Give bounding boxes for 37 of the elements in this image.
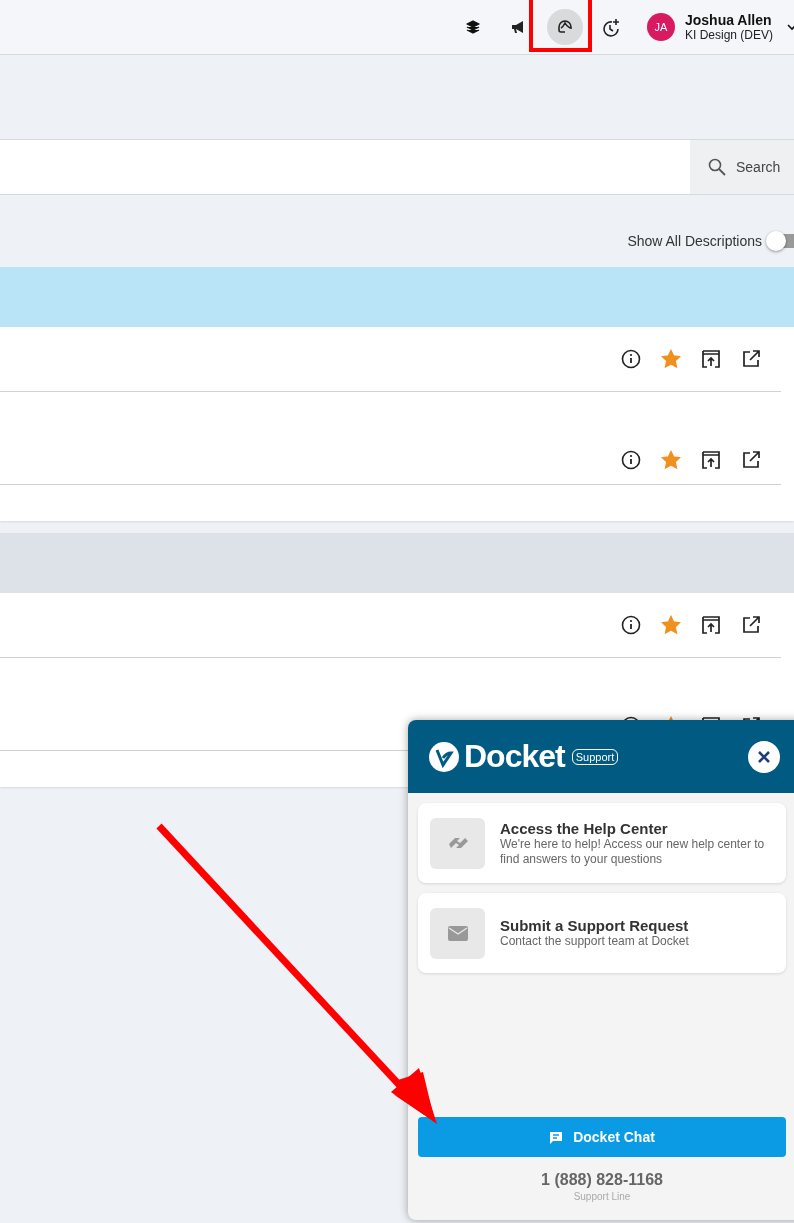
star-icon[interactable] bbox=[661, 615, 681, 635]
phone-number: 1 (888) 828-1168 bbox=[540, 1171, 664, 1189]
option-title: Submit a Support Request bbox=[500, 917, 689, 934]
support-option-card[interactable]: Submit a Support Request Contact the support team at Docket bbox=[418, 893, 786, 973]
organization-name: KI Design (DEV) bbox=[684, 28, 773, 42]
search-button[interactable]: Search bbox=[690, 140, 794, 194]
chevron-down-icon[interactable] bbox=[787, 23, 794, 31]
close-icon bbox=[757, 749, 771, 764]
chat-icon bbox=[549, 1130, 564, 1144]
clock-plus-icon bbox=[600, 17, 621, 37]
info-icon[interactable] bbox=[621, 450, 641, 470]
upload-window-icon[interactable] bbox=[701, 349, 721, 369]
headset-button[interactable] bbox=[546, 9, 583, 45]
option-description: Contact the support team at Docket bbox=[500, 934, 689, 949]
layers-icon bbox=[465, 20, 480, 34]
toggle-label: Show All Descriptions bbox=[627, 233, 762, 249]
logo-icon bbox=[428, 740, 460, 773]
upload-window-icon[interactable] bbox=[701, 615, 721, 635]
external-link-icon[interactable] bbox=[741, 615, 761, 635]
phone-label: Support Line bbox=[572, 1191, 632, 1202]
external-link-icon[interactable] bbox=[741, 349, 761, 369]
option-description: We're here to help! Access our new help center to find answers to your questions bbox=[500, 836, 766, 867]
envelope-icon bbox=[430, 907, 485, 959]
user-avatar[interactable]: JA bbox=[646, 13, 675, 41]
upload-window-icon[interactable] bbox=[701, 450, 721, 470]
info-icon[interactable] bbox=[621, 615, 641, 635]
option-title: Access the Help Center bbox=[500, 819, 669, 837]
user-name: Joshua Allen bbox=[684, 12, 773, 28]
support-option-card[interactable]: Access the Help Center We're here to help! Access our new help center to find answers to your questions bbox=[418, 803, 786, 883]
search-icon bbox=[708, 158, 726, 176]
support-badge: Support bbox=[571, 748, 619, 765]
star-icon[interactable] bbox=[661, 349, 681, 369]
info-icon[interactable] bbox=[621, 349, 641, 369]
star-icon[interactable] bbox=[661, 450, 681, 470]
close-button[interactable] bbox=[748, 740, 780, 773]
external-link-icon[interactable] bbox=[741, 450, 761, 470]
logo-wordmark: Docket bbox=[464, 738, 565, 775]
